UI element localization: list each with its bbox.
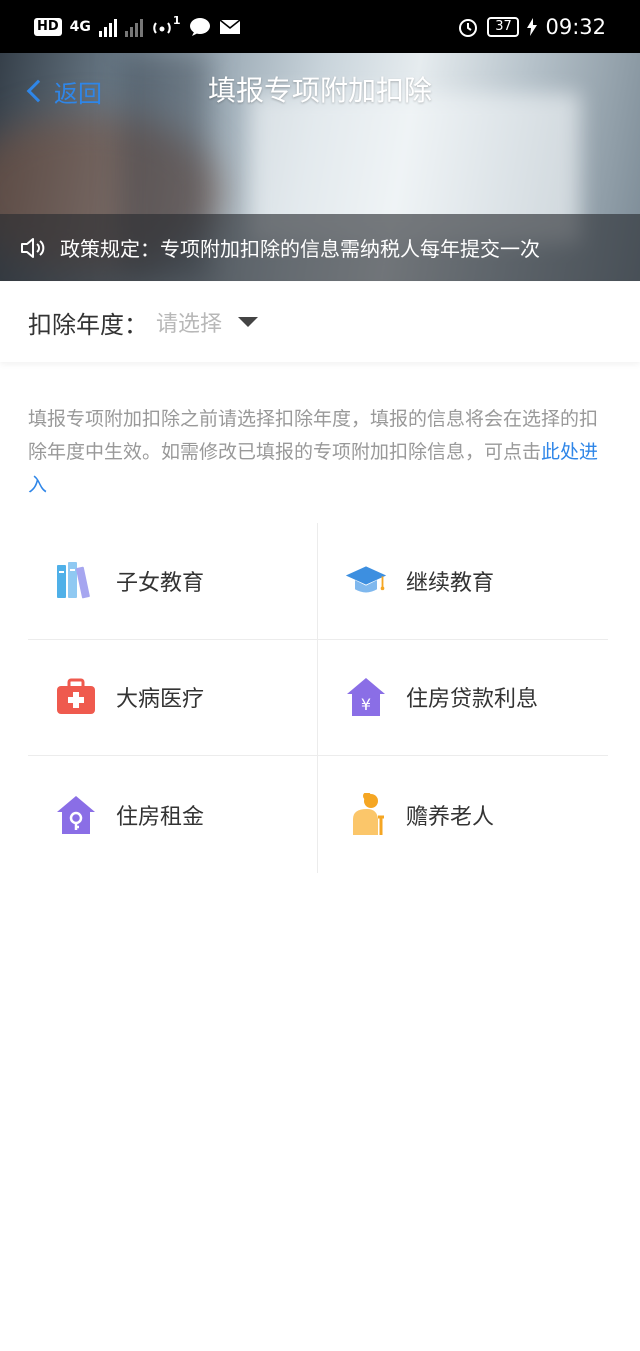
header-banner: 返回 填报专项附加扣除 政策规定：专项附加扣除的信息需纳税人每年提交一次	[0, 53, 640, 281]
category-serious-illness[interactable]: 大病医疗	[28, 639, 318, 757]
signal-secondary-icon	[124, 17, 143, 37]
category-elderly-support[interactable]: 赡养老人	[318, 756, 608, 873]
description-text: 填报专项附加扣除之前请选择扣除年度，填报的信息将会在选择的扣除年度中生效。如需修…	[28, 403, 612, 502]
category-label: 住房贷款利息	[406, 687, 539, 713]
medical-kit-icon	[54, 675, 98, 719]
year-selector-row: 扣除年度： 请选择	[0, 282, 640, 362]
house-yuan-icon: ¥	[344, 675, 388, 719]
year-dropdown[interactable]: 请选择	[156, 306, 259, 338]
year-placeholder: 请选择	[156, 312, 223, 337]
category-label: 大病医疗	[116, 687, 205, 713]
alarm-icon	[459, 19, 478, 37]
charging-icon	[527, 18, 538, 36]
year-label: 扣除年度：	[28, 310, 148, 339]
category-housing-rent[interactable]: 住房租金	[28, 756, 318, 873]
network-type: 4G	[69, 19, 91, 35]
battery-level: 37	[487, 17, 520, 37]
signal-icon	[98, 17, 117, 37]
speaker-icon	[21, 237, 45, 258]
category-children-education[interactable]: 子女教育	[28, 523, 318, 640]
elderly-person-icon	[344, 792, 388, 837]
graduation-cap-icon	[344, 559, 388, 603]
books-icon	[54, 559, 98, 603]
notification-count: 1	[172, 13, 181, 27]
category-grid: 子女教育 继续教育 大病医疗 ¥ 住房贷款利息 住房租金 赡养老人	[28, 523, 608, 873]
hd-badge: HD	[34, 18, 62, 36]
category-label: 赡养老人	[406, 804, 495, 830]
category-label: 继续教育	[406, 570, 495, 596]
status-right: 37 09:32	[457, 12, 606, 42]
house-key-icon	[54, 793, 98, 837]
clock: 09:32	[545, 15, 606, 39]
policy-notice: 政策规定：专项附加扣除的信息需纳税人每年提交一次	[0, 214, 640, 281]
status-left: HD 4G 1	[34, 12, 241, 42]
category-housing-loan-interest[interactable]: ¥ 住房贷款利息	[318, 640, 608, 757]
category-label: 住房租金	[116, 804, 205, 830]
category-label: 子女教育	[116, 570, 205, 596]
status-bar: HD 4G 1 37 09:32	[0, 0, 640, 53]
caret-down-icon	[238, 317, 259, 327]
notice-text: 政策规定：专项附加扣除的信息需纳税人每年提交一次	[60, 237, 540, 261]
hotspot-icon	[153, 22, 171, 34]
page-title: 填报专项附加扣除	[207, 74, 432, 107]
description-body: 填报专项附加扣除之前请选择扣除年度，填报的信息将会在选择的扣除年度中生效。如需修…	[28, 408, 599, 463]
svg-text:¥: ¥	[361, 695, 371, 714]
chat-icon	[189, 18, 210, 36]
mail-icon	[219, 19, 241, 34]
category-continuing-education[interactable]: 继续教育	[318, 523, 608, 640]
